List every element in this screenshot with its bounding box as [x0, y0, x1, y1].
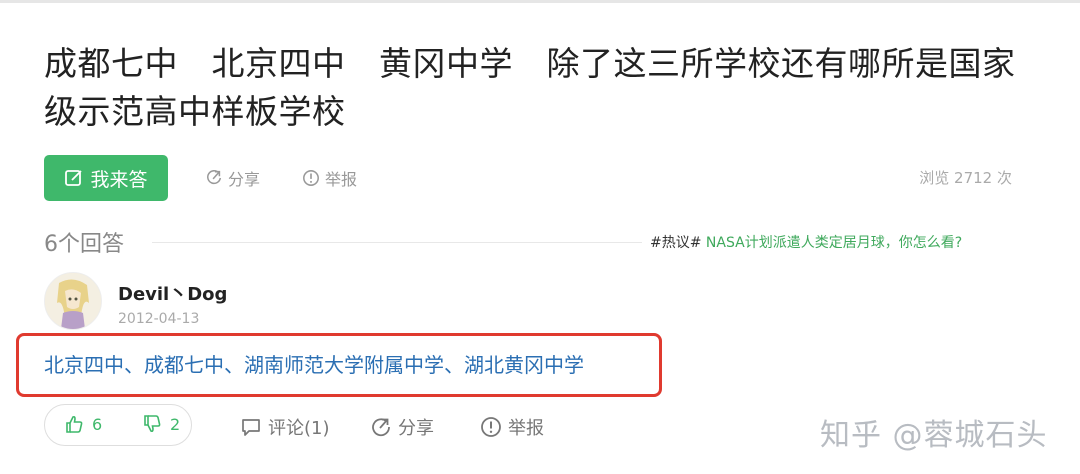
warning-icon: [303, 170, 319, 186]
edit-icon: [65, 170, 83, 186]
view-count: 浏览 2712 次: [919, 169, 1012, 187]
upvote-count: 6: [92, 414, 103, 434]
thumbs-down-icon: [144, 415, 161, 433]
comment-label: 评论(1): [268, 418, 330, 439]
share-answer-button[interactable]: 分享: [370, 414, 434, 440]
share-question-button[interactable]: 分享: [205, 166, 260, 190]
section-divider: [152, 242, 642, 243]
report-answer-label: 举报: [508, 418, 544, 439]
avatar-image: [45, 273, 101, 329]
hot-topic-text: NASA计划派遣人类定居月球，你怎么看?: [701, 235, 963, 251]
question-title: 成都七中 北京四中 黄冈中学 除了这三所学校还有哪所是国家级示范高中样板学校: [44, 44, 1016, 131]
answer-content: 北京四中、成都七中、湖南师范大学附属中学、湖北黄冈中学: [44, 353, 584, 377]
avatar[interactable]: [44, 272, 102, 330]
comment-button[interactable]: 评论(1): [240, 414, 330, 440]
watermark: 知乎 @蓉城石头: [820, 418, 1048, 453]
share-answer-label: 分享: [398, 418, 434, 439]
share-icon: [207, 170, 222, 185]
top-border: [0, 0, 1080, 3]
hot-topic-tag: #热议#: [650, 235, 702, 251]
report-answer-button[interactable]: 举报: [480, 414, 544, 440]
answer-button[interactable]: 我来答: [44, 155, 168, 201]
downvote-button[interactable]: 2: [142, 414, 180, 434]
report-question-button[interactable]: 举报: [302, 166, 357, 190]
hot-topic-link[interactable]: #热议# NASA计划派遣人类定居月球，你怎么看?: [650, 232, 962, 252]
author-name[interactable]: Devil丶Dog: [118, 280, 227, 306]
share-question-label: 分享: [228, 170, 261, 189]
comment-icon: [242, 419, 260, 436]
report-question-label: 举报: [325, 170, 358, 189]
share-icon: [372, 418, 390, 437]
answer-button-label: 我来答: [90, 168, 148, 191]
warning-icon: [481, 417, 501, 437]
answer-date: 2012-04-13: [118, 311, 200, 327]
upvote-button[interactable]: 6: [64, 414, 102, 434]
answers-count: 6个回答: [44, 232, 124, 257]
downvote-count: 2: [170, 414, 181, 434]
thumbs-up-icon: [66, 415, 83, 433]
